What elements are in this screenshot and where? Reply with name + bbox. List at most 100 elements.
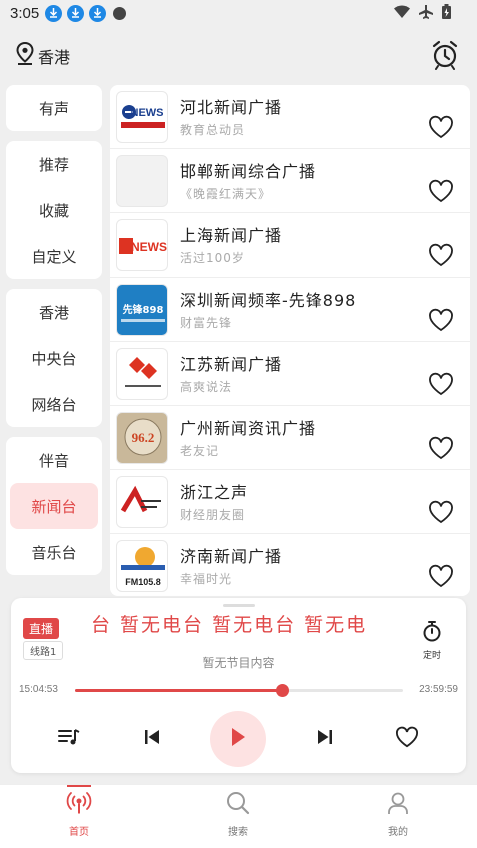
tab-profile[interactable]: 我的 [358,791,438,838]
sidebar-item-custom[interactable]: 自定义 [6,233,102,279]
tab-home[interactable]: 首页 [39,785,119,838]
sidebar-item-ambient[interactable]: 伴音 [6,437,102,483]
station-row[interactable]: NEWS 上海新闻广播 活过100岁 [110,213,470,278]
station-row[interactable]: 先锋898 深圳新闻频率-先锋898 财富先锋 [110,278,470,342]
station-program: 教育总动员 [180,123,246,137]
svg-text:FM105.8: FM105.8 [125,577,161,587]
sidebar-group: 伴音 新闻台 音乐台 [6,437,102,575]
favorite-heart-icon[interactable] [428,308,454,336]
tab-label: 首页 [69,827,89,838]
airplane-mode-icon [419,4,433,23]
status-bar: 3:05 [0,0,477,26]
category-sidebar: 有声 推荐 收藏 自定义 香港 中央台 网络台 伴音 新闻台 音乐台 [6,85,102,585]
radio-tower-icon [66,791,92,819]
station-title: 浙江之声 [180,483,249,503]
station-logo [116,155,168,208]
play-icon [230,727,246,751]
station-row[interactable]: 96.2 广州新闻资讯广播 老友记 [110,406,470,471]
location-pin-icon [15,41,35,70]
svg-text:96.2: 96.2 [132,430,155,445]
station-logo [116,347,168,400]
progress-fill [75,689,282,692]
sidebar-item-hongkong[interactable]: 香港 [6,289,102,335]
station-program: 《晚霞红满天》 [180,187,272,202]
station-title: 深圳新闻频率-先锋898 [180,290,357,310]
heart-icon [395,726,419,752]
time-start: 15:04:53 [19,684,58,695]
top-bar: 香港 [0,38,477,74]
progress-knob[interactable] [275,684,289,697]
favorite-heart-icon[interactable] [428,179,454,207]
svg-text:NEWS: NEWS [131,107,164,119]
station-row[interactable]: 邯郸新闻综合广播 《晚霞红满天》 [110,149,470,214]
favorite-heart-icon[interactable] [428,436,454,464]
sidebar-group: 推荐 收藏 自定义 [6,141,102,279]
favorite-heart-icon[interactable] [428,115,454,143]
svg-text:NEWS: NEWS [131,240,167,254]
search-icon [225,791,251,819]
station-list: NEWS 河北新闻广播 教育总动员 邯郸新闻综合广播 《晚霞红满天》 NEWS … [110,85,470,596]
stopwatch-icon [422,620,442,646]
station-program: 财富先锋 [180,315,233,330]
sidebar-group: 有声 [6,85,102,131]
station-logo: 96.2 [116,411,168,464]
alarm-clock-button[interactable] [431,40,459,74]
user-icon [386,791,410,819]
sidebar-item-central[interactable]: 中央台 [6,335,102,381]
wifi-icon [394,5,410,22]
sidebar-item-network[interactable]: 网络台 [6,381,102,427]
play-button-circle [210,711,266,767]
tab-search[interactable]: 搜索 [198,791,278,838]
location-selector[interactable]: 香港 [15,41,71,70]
play-button[interactable] [210,711,266,767]
station-title: 河北新闻广播 [180,98,283,117]
station-row[interactable]: 江苏新闻广播 高爽说法 [110,342,470,406]
station-title: 上海新闻广播 [180,226,283,246]
station-program: 活过100岁 [180,251,245,266]
station-program: 高爽说法 [180,379,233,394]
favorite-heart-icon[interactable] [428,564,454,592]
station-row[interactable]: NEWS 河北新闻广播 教育总动员 [110,85,470,150]
download-icon [89,4,107,22]
favorite-heart-icon[interactable] [428,243,454,271]
station-program: 财经朋友圈 [180,508,246,523]
station-marquee: 台 暂无电台 暂无电台 暂无电 [91,614,368,636]
playlist-icon [58,728,80,750]
station-title: 江苏新闻广播 [180,354,283,374]
live-badge: 直播 [23,618,60,639]
next-button[interactable] [311,711,339,767]
station-row[interactable]: FM105.8 济南新闻广播 幸福时光 [110,534,470,596]
sidebar-group: 香港 中央台 网络台 [6,289,102,427]
skip-previous-icon [144,729,160,749]
skip-next-icon [317,729,333,749]
sidebar-item-news[interactable]: 新闻台 [10,483,98,529]
battery-icon [442,4,451,23]
station-logo: FM105.8 [116,540,168,593]
playlist-button[interactable] [55,711,83,767]
favorite-heart-icon[interactable] [428,372,454,400]
sidebar-item-favorites[interactable]: 收藏 [6,187,102,233]
progress-slider[interactable] [75,684,403,697]
station-row[interactable]: 浙江之声 财经朋友圈 [110,470,470,535]
station-logo: NEWS [116,91,168,143]
notification-dot-icon [113,6,127,20]
drag-handle[interactable] [223,604,255,607]
sidebar-item-audio[interactable]: 有声 [6,85,102,131]
favorite-button[interactable] [393,711,421,767]
station-logo: 先锋898 [116,283,168,336]
location-label: 香港 [38,48,71,67]
station-title: 济南新闻广播 [180,547,283,567]
station-program: 幸福时光 [180,572,233,587]
download-icon [67,4,85,22]
previous-button[interactable] [138,711,166,767]
sidebar-item-recommended[interactable]: 推荐 [6,141,102,187]
alarm-clock-icon [431,40,459,74]
player-panel: 直播 线路1 台 暂无电台 暂无电台 暂无电 定时 暂无节目内容 15:04:5… [11,598,466,773]
tab-label: 搜索 [228,827,248,838]
bottom-tab-bar: 首页 搜索 我的 [0,784,477,848]
sidebar-item-music[interactable]: 音乐台 [6,529,102,575]
station-program: 老友记 [180,443,220,458]
tab-label: 我的 [388,827,408,838]
time-end: 23:59:59 [419,684,458,695]
favorite-heart-icon[interactable] [428,500,454,528]
